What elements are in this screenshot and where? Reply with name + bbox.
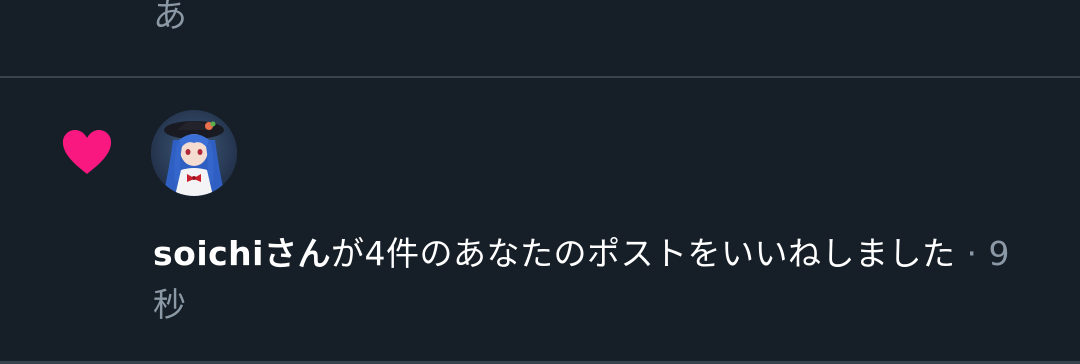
previous-notification-text: あ xyxy=(153,0,187,36)
username[interactable]: soichiさん xyxy=(153,234,331,273)
separator: · xyxy=(955,234,989,273)
user-avatar[interactable] xyxy=(151,110,237,196)
avatar-image xyxy=(151,110,237,196)
heart-icon xyxy=(62,130,112,174)
notification-message: soichiさんが4件のあなたのポストをいいねしました · 9秒 xyxy=(153,228,1033,330)
previous-notification[interactable]: あ xyxy=(0,0,1080,77)
action-text: が4件のあなたのポストをいいねしました xyxy=(331,234,956,273)
